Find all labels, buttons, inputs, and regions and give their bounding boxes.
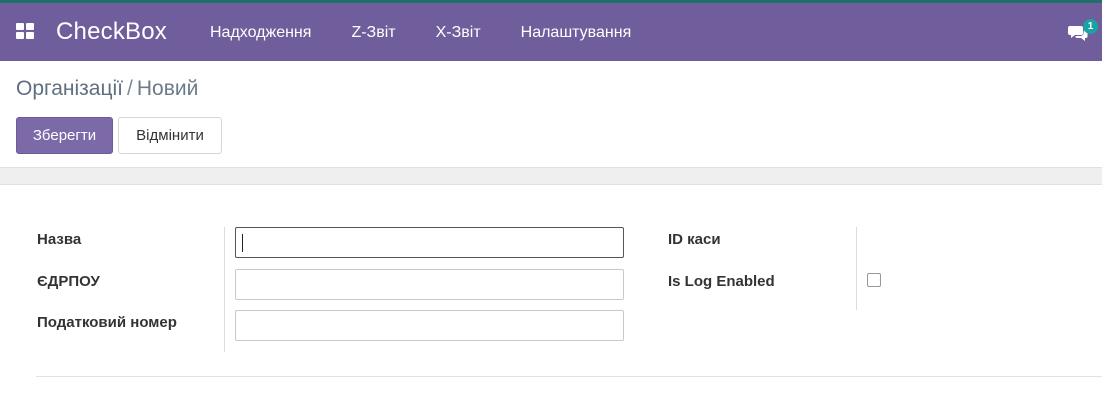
menu-item-settings[interactable]: Налаштування [521, 24, 632, 42]
name-label: Назва [37, 231, 82, 248]
menu-item-income[interactable]: Надходження [210, 24, 311, 42]
breadcrumb-separator: / [127, 77, 133, 100]
menu-item-x-report[interactable]: X-Звіт [436, 24, 481, 42]
form-sheet-divider [0, 167, 1102, 185]
chat-count-badge: 1 [1083, 19, 1098, 34]
tax-number-label: Податковий номер [37, 314, 177, 331]
breadcrumb: Організації / Новий [16, 77, 198, 101]
form-bottom-divider [36, 376, 1102, 377]
breadcrumb-parent[interactable]: Організації [16, 77, 123, 100]
menu-item-z-report[interactable]: Z-Звіт [351, 24, 395, 42]
left-group-separator [224, 227, 225, 352]
save-button[interactable]: Зберегти [16, 117, 113, 154]
discard-button[interactable]: Відмінити [118, 117, 222, 154]
cash-id-label: ID каси [668, 231, 721, 248]
right-group-separator [856, 227, 857, 310]
text-caret [242, 234, 243, 252]
top-navbar: CheckBox Надходження Z-Звіт X-Звіт Налаш… [0, 0, 1102, 61]
edrpou-label: ЄДРПОУ [37, 273, 100, 290]
brand-name[interactable]: CheckBox [56, 18, 167, 46]
name-input[interactable] [235, 227, 624, 258]
apps-grid-icon[interactable] [16, 23, 36, 41]
breadcrumb-current: Новий [136, 77, 199, 100]
tax-number-input[interactable] [235, 310, 624, 341]
log-enabled-checkbox[interactable] [867, 273, 881, 287]
chat-button[interactable]: 1 [1068, 19, 1098, 43]
main-menu: Надходження Z-Звіт X-Звіт Налаштування [210, 24, 671, 42]
log-enabled-label: Is Log Enabled [668, 273, 775, 290]
edrpou-input[interactable] [235, 269, 624, 300]
